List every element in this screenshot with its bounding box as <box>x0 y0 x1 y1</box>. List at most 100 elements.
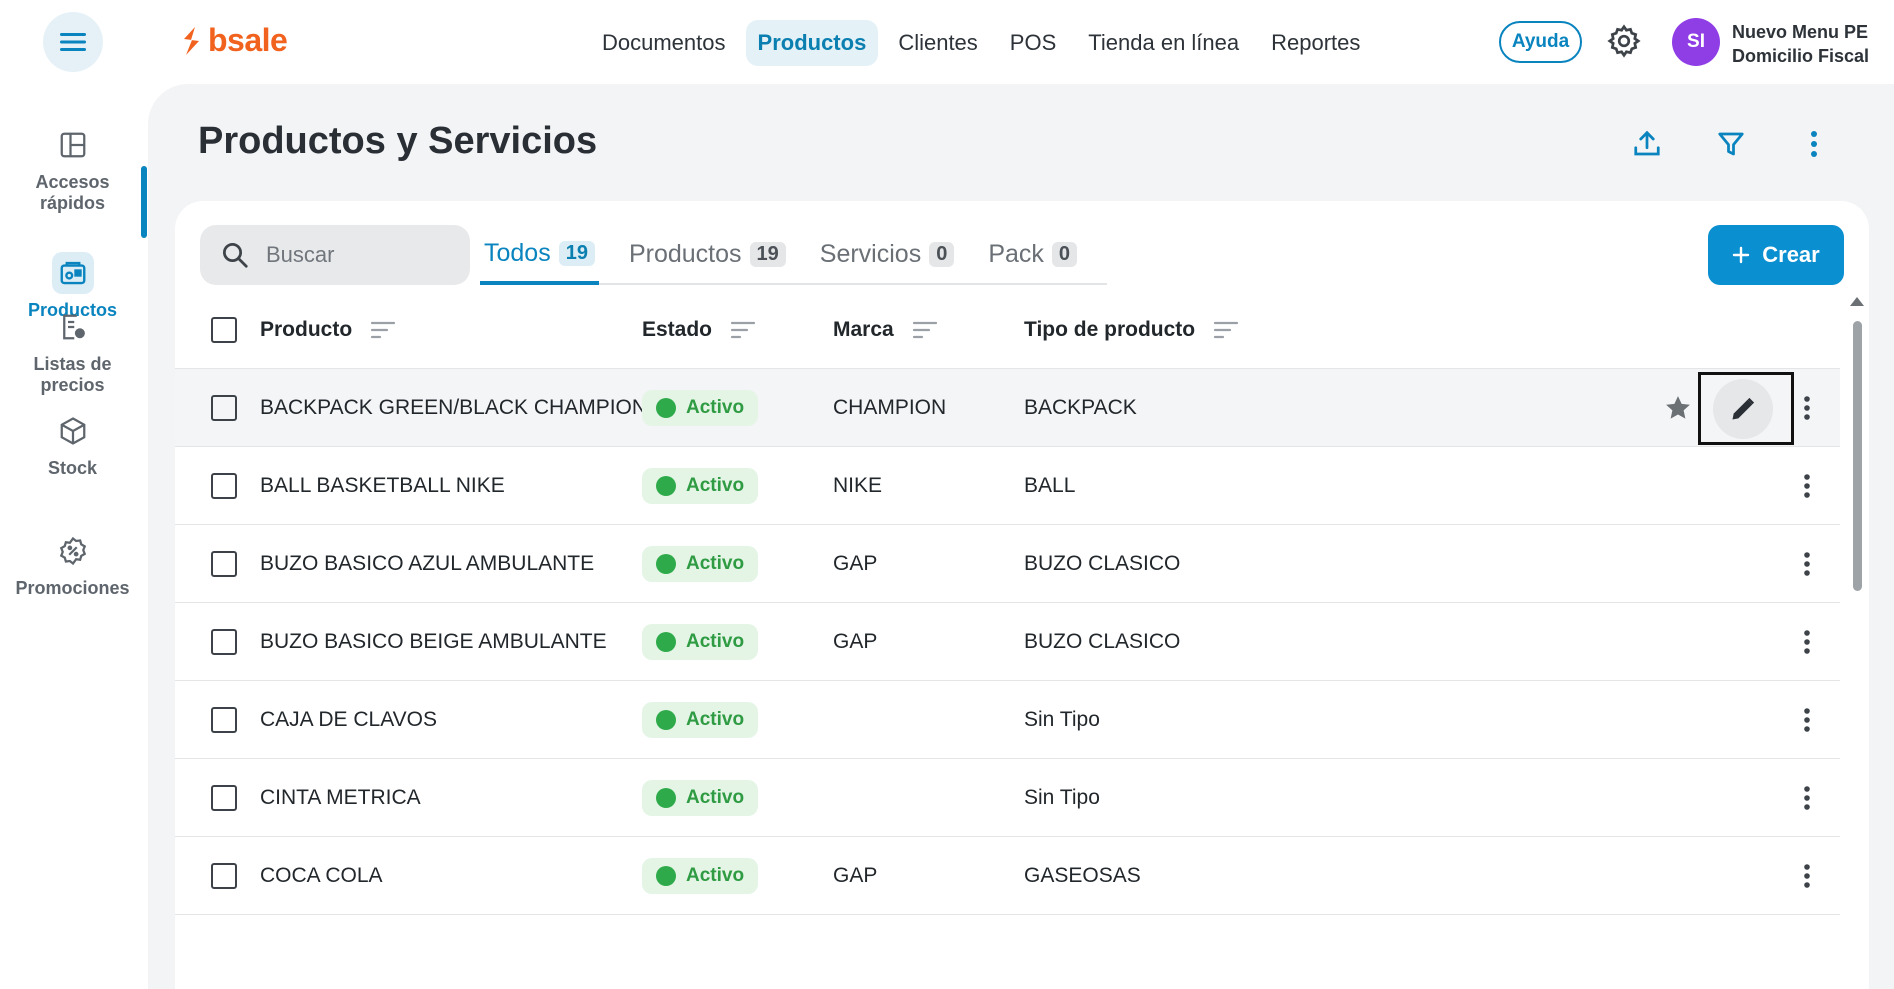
tab-count-badge: 0 <box>1051 241 1078 267</box>
user-info[interactable]: Nuevo Menu PE Domicilio Fiscal <box>1732 20 1869 68</box>
export-button[interactable] <box>1627 124 1667 164</box>
sidebar-item-label: Listas de <box>33 354 112 374</box>
box-icon <box>52 410 94 452</box>
sidebar-item-label: Accesos <box>35 172 110 192</box>
settings-button[interactable] <box>1606 23 1642 59</box>
cell-producto: CAJA DE CLAVOS <box>260 708 438 731</box>
cell-marca: GAP <box>833 552 878 575</box>
cell-marca: GAP <box>833 864 878 887</box>
row-checkbox[interactable] <box>211 473 237 499</box>
scrollbar-thumb[interactable] <box>1853 321 1862 591</box>
row-checkbox[interactable] <box>211 707 237 733</box>
nav-productos[interactable]: Productos <box>745 20 879 66</box>
kebab-icon <box>1804 552 1810 576</box>
tab-pack[interactable]: Pack 0 <box>984 225 1081 283</box>
status-dot <box>656 788 676 808</box>
tab-servicios[interactable]: Servicios 0 <box>816 225 959 283</box>
cell-tipo: BALL <box>1024 474 1076 497</box>
search-box[interactable] <box>200 225 470 285</box>
search-input[interactable] <box>266 242 446 268</box>
logo-text: bsale <box>208 22 288 58</box>
bsale-logo-icon <box>184 26 199 55</box>
nav-clientes[interactable]: Clientes <box>886 20 989 66</box>
cell-producto: BUZO BASICO BEIGE AMBULANTE <box>260 630 607 653</box>
cell-estado: Activo <box>642 369 759 447</box>
sidebar-item-accesos-rapidos[interactable]: Accesos rápidos <box>0 124 145 214</box>
sidebar-item-promociones[interactable]: Promociones <box>0 530 145 599</box>
menu-button[interactable] <box>43 12 103 72</box>
tab-todos[interactable]: Todos 19 <box>480 225 599 285</box>
layout-icon <box>52 124 94 166</box>
user-name: Nuevo Menu PE <box>1732 22 1869 42</box>
sidebar-item-label: precios <box>40 375 105 395</box>
sidebar-item-stock[interactable]: Stock <box>0 410 145 479</box>
user-location: Domicilio Fiscal <box>1732 46 1870 66</box>
cell-tipo: Sin Tipo <box>1024 708 1100 731</box>
row-checkbox[interactable] <box>211 551 237 577</box>
column-header-producto[interactable]: Producto <box>260 318 396 342</box>
cell-producto: COCA COLA <box>260 864 383 887</box>
row-menu-button[interactable] <box>1792 861 1822 891</box>
table-row[interactable]: BACKPACK GREEN/BLACK CHAMPION Activo CHA… <box>175 369 1840 447</box>
status-dot <box>656 398 676 418</box>
tab-label: Servicios <box>819 239 922 268</box>
sidebar-item-listas-de-precios[interactable]: Listas de precios <box>0 306 145 396</box>
table-row[interactable]: CAJA DE CLAVOS Activo Sin Tipo <box>175 681 1840 759</box>
gear-icon <box>1607 24 1641 58</box>
more-options-button[interactable] <box>1794 124 1834 164</box>
status-badge: Activo <box>642 390 759 426</box>
column-header-marca[interactable]: Marca <box>833 318 938 342</box>
row-checkbox[interactable] <box>211 395 237 421</box>
products-card: Todos 19 Productos 19 Servicios 0 Pack 0… <box>175 201 1869 989</box>
row-checkbox[interactable] <box>211 863 237 889</box>
tab-label: Pack <box>988 239 1044 268</box>
sort-icon <box>371 321 396 338</box>
nav-reportes[interactable]: Reportes <box>1259 20 1372 66</box>
plus-icon <box>1733 246 1750 264</box>
nav-documentos[interactable]: Documentos <box>590 20 738 66</box>
row-menu-button[interactable] <box>1792 627 1822 657</box>
page-title: Productos y Servicios <box>198 120 598 162</box>
logo[interactable]: bsale <box>180 22 288 59</box>
scroll-up-arrow[interactable] <box>1850 297 1864 306</box>
nav-tienda-en-linea[interactable]: Tienda en línea <box>1076 20 1251 66</box>
table-row[interactable]: BUZO BASICO AZUL AMBULANTE Activo GAP BU… <box>175 525 1840 603</box>
avatar[interactable]: SI <box>1672 18 1720 66</box>
create-button[interactable]: Crear <box>1708 225 1844 285</box>
price-list-icon <box>52 306 94 348</box>
table-row[interactable]: BUZO BASICO BEIGE AMBULANTE Activo GAP B… <box>175 603 1840 681</box>
row-menu-button[interactable] <box>1792 705 1822 735</box>
tab-productos[interactable]: Productos 19 <box>625 225 790 283</box>
row-menu-button[interactable] <box>1792 549 1822 579</box>
filter-button[interactable] <box>1711 124 1751 164</box>
sidebar: Accesos rápidos Productos Listas de prec… <box>0 84 145 989</box>
kebab-icon <box>1804 786 1810 810</box>
row-menu-button[interactable] <box>1792 783 1822 813</box>
row-menu-button[interactable] <box>1792 471 1822 501</box>
favorite-button[interactable] <box>1663 393 1693 423</box>
tab-count-badge: 19 <box>749 241 786 267</box>
row-checkbox[interactable] <box>211 629 237 655</box>
table-row[interactable]: COCA COLA Activo GAP GASEOSAS <box>175 837 1840 915</box>
cell-estado: Activo <box>642 447 759 525</box>
status-dot <box>656 476 676 496</box>
sidebar-item-label: Stock <box>47 458 98 478</box>
table-row[interactable]: CINTA METRICA Activo Sin Tipo <box>175 759 1840 837</box>
column-header-estado[interactable]: Estado <box>642 318 756 342</box>
status-badge: Activo <box>642 546 759 582</box>
cell-estado: Activo <box>642 603 759 681</box>
nav-pos[interactable]: POS <box>998 20 1068 66</box>
sidebar-active-indicator <box>141 166 147 238</box>
sidebar-item-label: Promociones <box>15 578 130 598</box>
kebab-icon <box>1804 864 1810 888</box>
top-bar: bsale Documentos Productos Clientes POS … <box>0 0 1894 84</box>
select-all-checkbox[interactable] <box>211 316 237 343</box>
table-row[interactable]: BALL BASKETBALL NIKE Activo NIKE BALL <box>175 447 1840 525</box>
sort-icon <box>730 321 756 338</box>
row-checkbox[interactable] <box>211 785 237 811</box>
help-button[interactable]: Ayuda <box>1499 21 1582 63</box>
kebab-icon <box>1804 708 1810 732</box>
row-menu-button[interactable] <box>1792 393 1822 423</box>
cell-estado: Activo <box>642 525 759 603</box>
column-header-tipo-de-producto[interactable]: Tipo de producto <box>1024 318 1239 342</box>
